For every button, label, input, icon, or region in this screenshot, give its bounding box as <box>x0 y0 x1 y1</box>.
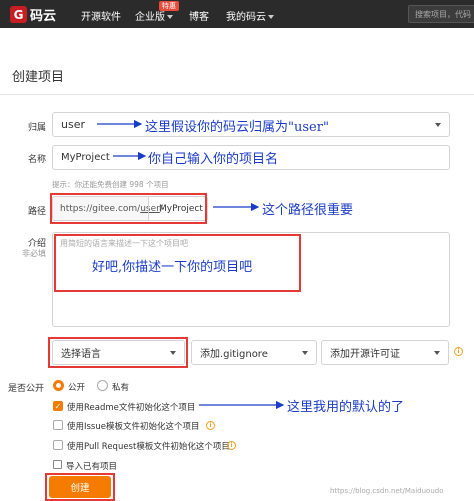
info-icon[interactable]: i <box>206 421 215 430</box>
nav-my-gitee-label: 我的码云 <box>226 12 266 23</box>
language-highlight <box>48 337 188 368</box>
annotation-path: 这个路径很重要 <box>262 203 354 218</box>
quota-hint: 提示：你还能免费创建 998 个项目 <box>52 180 169 189</box>
pr-template-label: 使用Pull Request模板文件初始化这个项目 <box>67 442 230 452</box>
import-link[interactable]: 导入已有项目 <box>66 460 117 472</box>
radio-private[interactable] <box>97 380 108 391</box>
logo-text: 码云 <box>30 9 57 24</box>
gitignore-select[interactable]: 添加.gitignore <box>191 340 317 365</box>
logo[interactable]: G 码云 <box>10 5 56 24</box>
search-input[interactable]: 搜索项目，代码 <box>408 5 474 23</box>
page-title: 创建项目 <box>12 70 65 85</box>
radio-public[interactable] <box>53 380 64 391</box>
info-icon[interactable]: i <box>227 441 236 450</box>
annotation-owner-user: "user" <box>288 120 329 135</box>
chevron-down-icon <box>268 15 274 19</box>
project-name-value: MyProject <box>61 152 110 163</box>
divider <box>0 94 474 95</box>
pr-template-checkbox[interactable] <box>53 440 63 450</box>
owner-value: user <box>61 118 85 131</box>
chevron-down-icon <box>167 15 173 19</box>
issue-template-label: 使用Issue模板文件初始化这个项目 <box>67 422 200 432</box>
intro-optional-label: 非必填 <box>22 249 46 258</box>
gitignore-value: 添加.gitignore <box>200 349 268 360</box>
top-nav: G 码云 开源软件 企业版 特惠 博客 我的码云 搜索项目，代码 <box>0 0 474 28</box>
annotation-intro: 好吧,你描述一下你的项目吧 <box>92 260 253 275</box>
public-label: 公开 <box>68 383 86 393</box>
path-highlight <box>50 193 207 224</box>
info-icon[interactable]: i <box>454 347 463 356</box>
path-label: 路径 <box>27 207 46 217</box>
import-icon <box>53 460 62 469</box>
logo-icon: G <box>10 6 27 23</box>
readme-option-label: 使用Readme文件初始化这个项目 <box>67 403 196 413</box>
watermark: https://blog.csdn.net/Maiduoudo <box>330 487 444 495</box>
annotation-owner-text: 这里假设你的码云归属为 <box>145 120 289 135</box>
private-label: 私有 <box>112 383 130 393</box>
nav-my-gitee[interactable]: 我的码云 <box>226 8 274 23</box>
annotation-owner: 这里假设你的码云归属为"user" <box>145 116 329 135</box>
promo-badge: 特惠 <box>159 1 179 11</box>
annotation-readme: 这里我用的默认的了 <box>287 400 405 415</box>
license-select[interactable]: 添加开源许可证 <box>321 340 449 365</box>
visibility-label: 是否公开 <box>8 384 45 394</box>
create-highlight <box>45 473 115 501</box>
issue-template-checkbox[interactable] <box>53 420 63 430</box>
owner-label: 归属 <box>27 123 46 133</box>
readme-checkbox[interactable]: ✓ <box>53 401 63 411</box>
nav-enterprise-label: 企业版 <box>135 12 165 23</box>
nav-open-source[interactable]: 开源软件 <box>81 8 121 23</box>
name-label: 名称 <box>27 155 46 165</box>
license-value: 添加开源许可证 <box>330 349 400 360</box>
nav-blog[interactable]: 博客 <box>189 8 209 23</box>
annotation-name: 你自己输入你的项目名 <box>148 152 279 167</box>
